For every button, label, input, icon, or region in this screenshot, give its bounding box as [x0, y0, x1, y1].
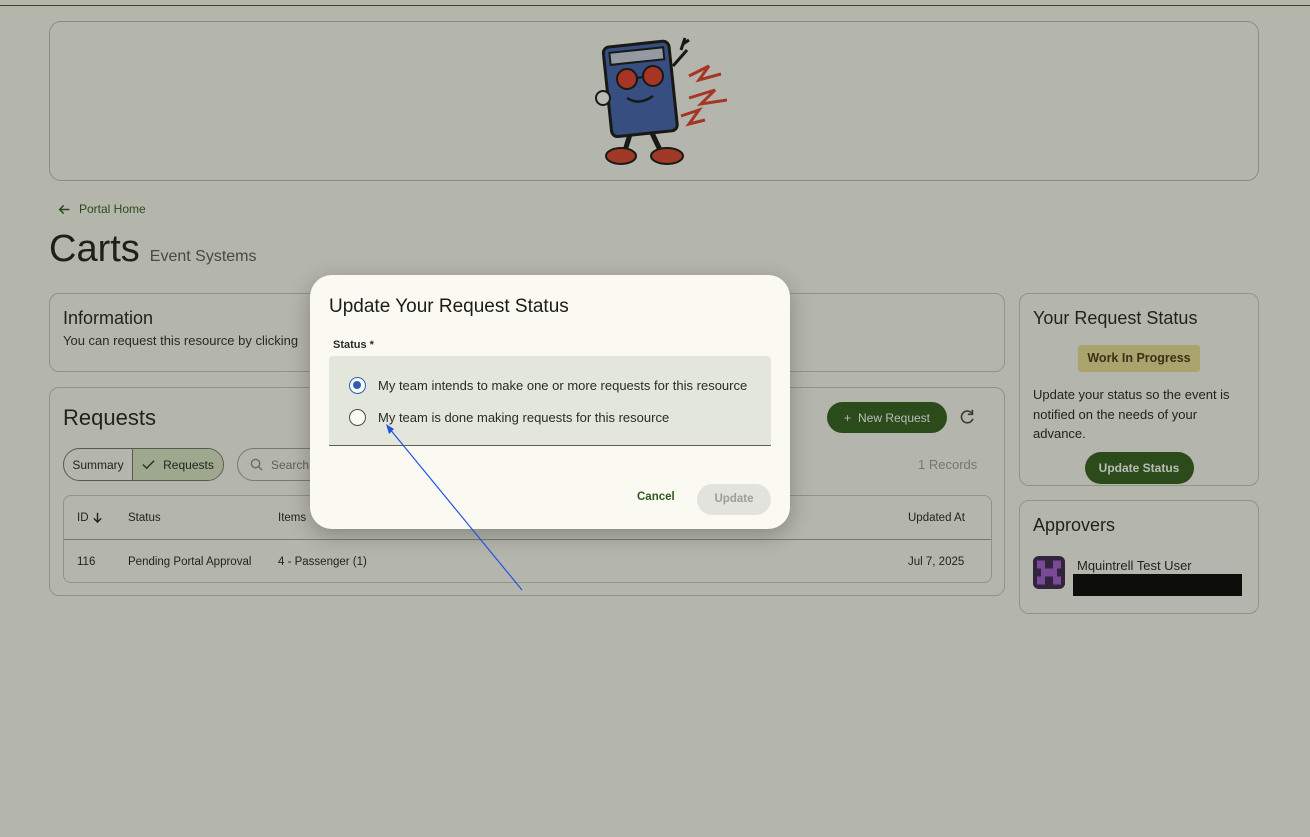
radio-option-intends-label: My team intends to make one or more requ…	[378, 378, 748, 393]
radio-option-done-label: My team is done making requests for this…	[378, 410, 670, 425]
dialog-title: Update Your Request Status	[329, 296, 569, 317]
status-field-label: Status *	[333, 339, 374, 351]
radio-option-done[interactable]: My team is done making requests for this…	[349, 409, 669, 426]
update-status-dialog: Update Your Request Status Status * My t…	[310, 275, 790, 529]
status-radio-group: My team intends to make one or more requ…	[329, 356, 771, 446]
radio-button-unchecked[interactable]	[349, 409, 366, 426]
cancel-button[interactable]: Cancel	[637, 491, 675, 503]
radio-button-checked[interactable]	[349, 377, 366, 394]
radio-option-intends[interactable]: My team intends to make one or more requ…	[349, 377, 747, 394]
update-button[interactable]: Update	[697, 484, 771, 515]
